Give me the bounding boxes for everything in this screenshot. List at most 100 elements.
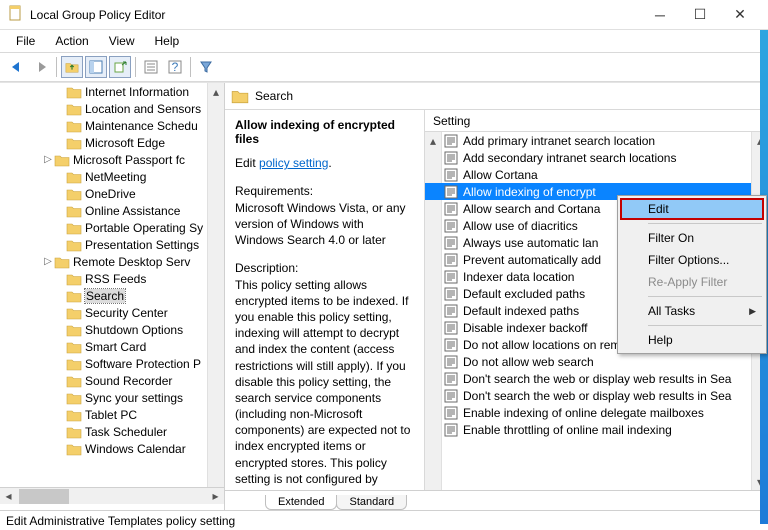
policy-icon (443, 151, 459, 165)
forward-button[interactable] (30, 56, 52, 78)
menu-item-label: Filter Options... (648, 253, 729, 267)
filter-button[interactable] (195, 56, 217, 78)
settings-header[interactable]: Setting (425, 110, 768, 132)
setting-label: Default excluded paths (463, 287, 585, 301)
show-tree-button[interactable] (85, 56, 107, 78)
setting-label: Allow use of diacritics (463, 219, 578, 233)
setting-row[interactable]: Don't search the web or display web resu… (425, 387, 768, 404)
tree-item-label: Tablet PC (85, 408, 137, 422)
expand-icon[interactable]: ▷ (42, 154, 54, 165)
tree-vscrollbar[interactable]: ▴ (207, 83, 224, 487)
tree-item[interactable]: Sync your settings (0, 389, 224, 406)
setting-row[interactable]: Don't search the web or display web resu… (425, 370, 768, 387)
setting-label: Don't search the web or display web resu… (463, 372, 731, 386)
menu-action[interactable]: Action (45, 32, 98, 50)
context-menu-item[interactable]: Filter Options... (620, 249, 764, 271)
menu-file[interactable]: File (6, 32, 45, 50)
context-menu-item[interactable]: Edit (620, 198, 764, 220)
scroll-left-icon[interactable]: ◂ (0, 488, 17, 505)
submenu-arrow-icon: ▶ (749, 306, 756, 317)
menu-item-label: Edit (648, 202, 669, 216)
setting-row[interactable]: Do not allow web search (425, 353, 768, 370)
setting-label: Allow Cortana (463, 168, 538, 182)
tree-view[interactable]: Internet Information Location and Sensor… (0, 83, 224, 487)
help-button[interactable]: ? (164, 56, 186, 78)
context-menu-item[interactable]: Help (620, 329, 764, 351)
expand-icon[interactable]: ▷ (42, 256, 54, 267)
toolbar: ? (0, 52, 768, 82)
scroll-thumb[interactable] (19, 489, 69, 504)
setting-row[interactable]: Enable throttling of online mail indexin… (425, 421, 768, 438)
edit-line: Edit policy setting. (235, 156, 414, 170)
tree-item-label: Search (85, 289, 125, 303)
close-button[interactable]: ✕ (720, 0, 760, 30)
export-button[interactable] (109, 56, 131, 78)
tree-item[interactable]: Maintenance Schedu (0, 117, 224, 134)
setting-row[interactable]: Enable indexing of online delegate mailb… (425, 404, 768, 421)
menu-separator (648, 223, 762, 224)
back-button[interactable] (6, 56, 28, 78)
folder-icon (66, 340, 82, 354)
tree-item[interactable]: Software Protection P (0, 355, 224, 372)
tree-item[interactable]: Shutdown Options (0, 321, 224, 338)
edit-policy-link[interactable]: policy setting (259, 156, 328, 170)
tree-item[interactable]: Search (0, 287, 224, 304)
tree-item[interactable]: Task Scheduler (0, 423, 224, 440)
folder-icon (66, 272, 82, 286)
setting-label: Do not allow web search (463, 355, 594, 369)
setting-label: Allow search and Cortana (463, 202, 600, 216)
tree-item-label: OneDrive (85, 187, 136, 201)
tab-standard[interactable]: Standard (336, 495, 407, 510)
tree-item[interactable]: Smart Card (0, 338, 224, 355)
context-menu-item[interactable]: All Tasks▶ (620, 300, 764, 322)
setting-row[interactable]: Allow Cortana (425, 166, 768, 183)
policy-icon (443, 185, 459, 199)
context-menu[interactable]: EditFilter OnFilter Options...Re-Apply F… (617, 195, 767, 354)
menu-view[interactable]: View (99, 32, 145, 50)
folder-icon (66, 442, 82, 456)
setting-label: Indexer data location (463, 270, 574, 284)
setting-row[interactable]: Add secondary intranet search locations (425, 149, 768, 166)
tree-item[interactable]: OneDrive (0, 185, 224, 202)
tree-item[interactable]: Internet Information (0, 83, 224, 100)
tab-extended[interactable]: Extended (265, 495, 337, 510)
tree-item[interactable]: Windows Calendar (0, 440, 224, 457)
setting-row[interactable]: Add primary intranet search location (425, 132, 768, 149)
tree-item-label: Sync your settings (85, 391, 183, 405)
tree-item[interactable]: Online Assistance (0, 202, 224, 219)
tree-item-label: Task Scheduler (85, 425, 167, 439)
folder-icon (66, 391, 82, 405)
scroll-right-icon[interactable]: ▸ (207, 488, 224, 505)
tree-item[interactable]: ▷Remote Desktop Serv (0, 253, 224, 270)
refresh-button[interactable] (140, 56, 162, 78)
tree-item[interactable]: ▷Microsoft Passport fc (0, 151, 224, 168)
menu-help[interactable]: Help (145, 32, 190, 50)
tree-item-label: Presentation Settings (85, 238, 199, 252)
up-button[interactable] (61, 56, 83, 78)
tree-hscrollbar[interactable]: ◂ ▸ (0, 487, 224, 504)
folder-icon (66, 357, 82, 371)
folder-icon (66, 85, 82, 99)
minimize-button[interactable]: ─ (640, 0, 680, 30)
folder-icon (66, 187, 82, 201)
tree-item[interactable]: Presentation Settings (0, 236, 224, 253)
setting-label: Disable indexer backoff (463, 321, 588, 335)
maximize-button[interactable]: ☐ (680, 0, 720, 30)
tree-item[interactable]: Portable Operating Sy (0, 219, 224, 236)
policy-icon (443, 355, 459, 369)
description-label: Description: (235, 261, 414, 275)
context-menu-item[interactable]: Filter On (620, 227, 764, 249)
tree-item-label: Internet Information (85, 85, 189, 99)
policy-icon (443, 253, 459, 267)
policy-icon (443, 423, 459, 437)
tree-item[interactable]: NetMeeting (0, 168, 224, 185)
tree-item-label: Shutdown Options (85, 323, 183, 337)
tree-item[interactable]: Sound Recorder (0, 372, 224, 389)
tree-item[interactable]: Microsoft Edge (0, 134, 224, 151)
tree-item[interactable]: Security Center (0, 304, 224, 321)
tree-item[interactable]: Tablet PC (0, 406, 224, 423)
menu-item-label: Help (648, 333, 673, 347)
tree-item[interactable]: Location and Sensors (0, 100, 224, 117)
folder-icon (66, 170, 82, 184)
tree-item[interactable]: RSS Feeds (0, 270, 224, 287)
